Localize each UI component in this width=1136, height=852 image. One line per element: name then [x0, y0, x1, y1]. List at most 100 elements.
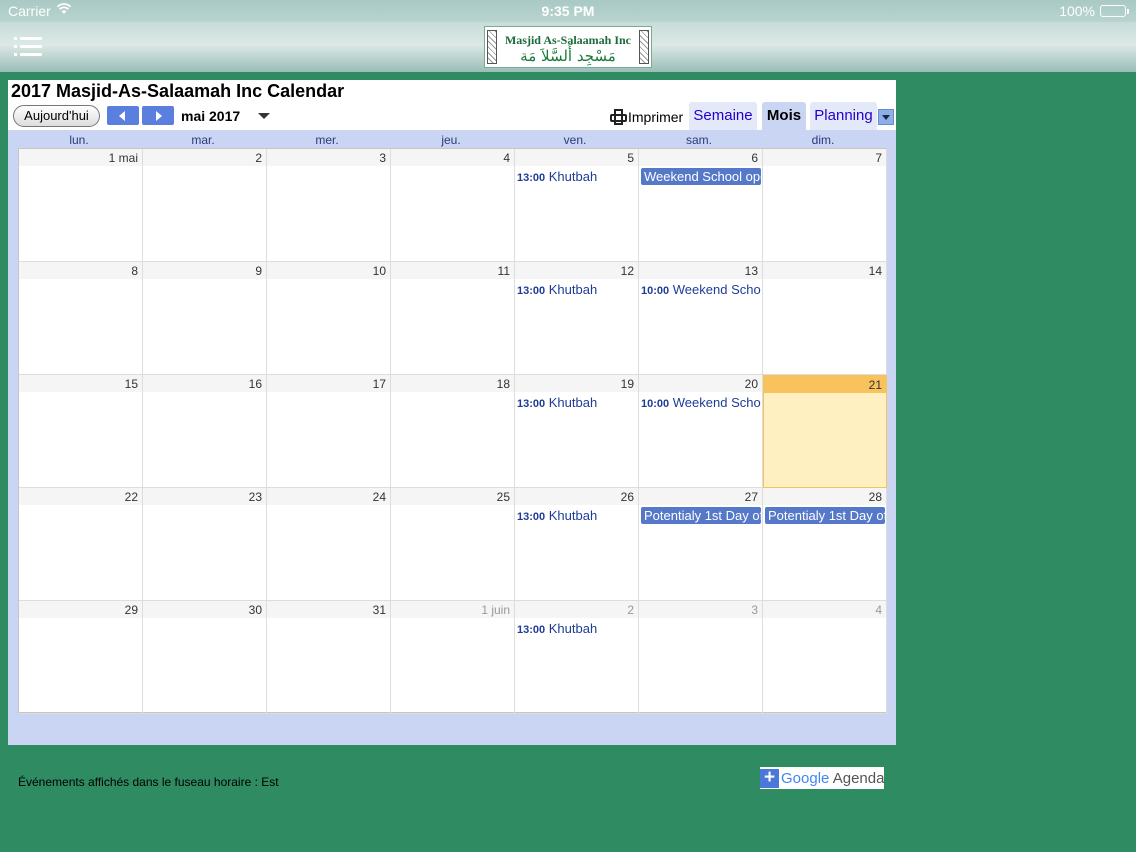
tab-agenda[interactable]: Planning: [810, 102, 877, 130]
day-number[interactable]: 21: [869, 378, 882, 392]
today-button[interactable]: Aujourd'hui: [13, 105, 100, 127]
day-number[interactable]: 3: [751, 603, 758, 617]
day-header-bar: [639, 601, 762, 618]
day-cell[interactable]: 10: [267, 262, 391, 375]
day-number[interactable]: 31: [373, 603, 386, 617]
day-cell[interactable]: 19 13:00 Khutbah: [515, 375, 639, 488]
calendar-event[interactable]: 13:00 Khutbah: [517, 395, 637, 410]
day-number[interactable]: 24: [373, 490, 386, 504]
all-day-event-chip[interactable]: Potentialy 1st Day of Ramadan: [765, 507, 885, 524]
day-cell[interactable]: 23: [143, 488, 267, 601]
day-cell[interactable]: 4: [763, 601, 887, 714]
day-cell[interactable]: 7: [763, 149, 887, 262]
view-menu-chevron-down-icon[interactable]: [878, 109, 894, 125]
day-cell[interactable]: 25: [391, 488, 515, 601]
event-title: Weekend School: [672, 282, 761, 297]
day-number[interactable]: 2: [255, 151, 262, 165]
tab-month[interactable]: Mois: [762, 102, 806, 130]
day-cell-today[interactable]: 21: [763, 375, 887, 488]
day-cell[interactable]: 30: [143, 601, 267, 714]
current-month-label: mai 2017: [181, 108, 241, 124]
day-number[interactable]: 27: [745, 490, 758, 504]
calendar-event[interactable]: 13:00 Khutbah: [517, 282, 637, 297]
day-cell[interactable]: 11: [391, 262, 515, 375]
day-cell[interactable]: 1 juin: [391, 601, 515, 714]
day-number[interactable]: 23: [249, 490, 262, 504]
next-month-button[interactable]: [142, 106, 174, 125]
day-number[interactable]: 29: [125, 603, 138, 617]
day-number[interactable]: 18: [497, 377, 510, 391]
day-header-bar: [267, 262, 390, 279]
day-number[interactable]: 14: [869, 264, 882, 278]
logo-title-arabic: مَسْجِد أَلسَّلاَ مَة: [520, 47, 616, 65]
menu-list-icon[interactable]: [14, 36, 42, 58]
previous-month-button[interactable]: [107, 106, 139, 125]
day-cell[interactable]: 24: [267, 488, 391, 601]
all-day-event-chip[interactable]: Weekend School open: [641, 168, 761, 185]
day-cell[interactable]: 28 Potentialy 1st Day of Ramadan: [763, 488, 887, 601]
day-cell[interactable]: 1 mai: [19, 149, 143, 262]
day-cell[interactable]: 13 10:00 Weekend School: [639, 262, 763, 375]
day-cell[interactable]: 17: [267, 375, 391, 488]
tab-week[interactable]: Semaine: [689, 102, 757, 130]
day-cell[interactable]: 6 Weekend School open: [639, 149, 763, 262]
day-number[interactable]: 5: [627, 151, 634, 165]
day-number[interactable]: 19: [621, 377, 634, 391]
calendar-event[interactable]: 10:00 Weekend School: [641, 395, 761, 410]
calendar-event[interactable]: 13:00 Khutbah: [517, 621, 637, 636]
day-cell[interactable]: 16: [143, 375, 267, 488]
day-number[interactable]: 1 mai: [109, 151, 138, 165]
day-cell[interactable]: 20 10:00 Weekend School: [639, 375, 763, 488]
month-picker-chevron-down-icon[interactable]: [254, 107, 274, 125]
day-number[interactable]: 10: [373, 264, 386, 278]
day-cell[interactable]: 14: [763, 262, 887, 375]
day-number[interactable]: 6: [751, 151, 758, 165]
day-cell[interactable]: 3: [267, 149, 391, 262]
day-number[interactable]: 22: [125, 490, 138, 504]
day-cell[interactable]: 4: [391, 149, 515, 262]
day-cell[interactable]: 31: [267, 601, 391, 714]
day-cell[interactable]: 27 Potentialy 1st Day of Ramadan: [639, 488, 763, 601]
day-cell[interactable]: 12 13:00 Khutbah: [515, 262, 639, 375]
day-number[interactable]: 4: [875, 603, 882, 617]
event-time: 10:00: [641, 398, 670, 410]
day-number[interactable]: 2: [627, 603, 634, 617]
day-number[interactable]: 7: [875, 151, 882, 165]
day-number[interactable]: 1 juin: [481, 603, 510, 617]
calendar-event[interactable]: 10:00 Weekend School: [641, 282, 761, 297]
day-number[interactable]: 26: [621, 490, 634, 504]
day-header-bar: [391, 149, 514, 166]
day-number[interactable]: 9: [255, 264, 262, 278]
day-number[interactable]: 28: [869, 490, 882, 504]
day-cell[interactable]: 3: [639, 601, 763, 714]
day-cell[interactable]: 15: [19, 375, 143, 488]
day-number[interactable]: 11: [498, 264, 510, 278]
day-cell[interactable]: 18: [391, 375, 515, 488]
day-cell[interactable]: 2 13:00 Khutbah: [515, 601, 639, 714]
print-button[interactable]: Imprimer: [610, 106, 683, 128]
day-number[interactable]: 16: [249, 377, 262, 391]
day-number[interactable]: 3: [379, 151, 386, 165]
day-cell[interactable]: 22: [19, 488, 143, 601]
day-number[interactable]: 17: [373, 377, 386, 391]
day-number[interactable]: 25: [497, 490, 510, 504]
day-number[interactable]: 15: [125, 377, 138, 391]
day-cell[interactable]: 8: [19, 262, 143, 375]
day-number[interactable]: 13: [745, 264, 758, 278]
day-number[interactable]: 8: [131, 264, 138, 278]
day-number[interactable]: 30: [249, 603, 262, 617]
day-cell[interactable]: 5 13:00 Khutbah: [515, 149, 639, 262]
google-agenda-badge[interactable]: + Google Agenda: [760, 767, 885, 789]
day-cell[interactable]: 26 13:00 Khutbah: [515, 488, 639, 601]
day-cell[interactable]: 2: [143, 149, 267, 262]
day-number[interactable]: 12: [621, 264, 634, 278]
all-day-event-chip[interactable]: Potentialy 1st Day of Ramadan: [641, 507, 761, 524]
day-number[interactable]: 20: [745, 377, 758, 391]
day-header-bar: [143, 488, 266, 505]
calendar-event[interactable]: 13:00 Khutbah: [517, 169, 637, 184]
day-cell[interactable]: 9: [143, 262, 267, 375]
day-cell[interactable]: 29: [19, 601, 143, 714]
calendar-event[interactable]: 13:00 Khutbah: [517, 508, 637, 523]
day-number[interactable]: 4: [503, 151, 510, 165]
day-header-bar: [515, 262, 638, 279]
